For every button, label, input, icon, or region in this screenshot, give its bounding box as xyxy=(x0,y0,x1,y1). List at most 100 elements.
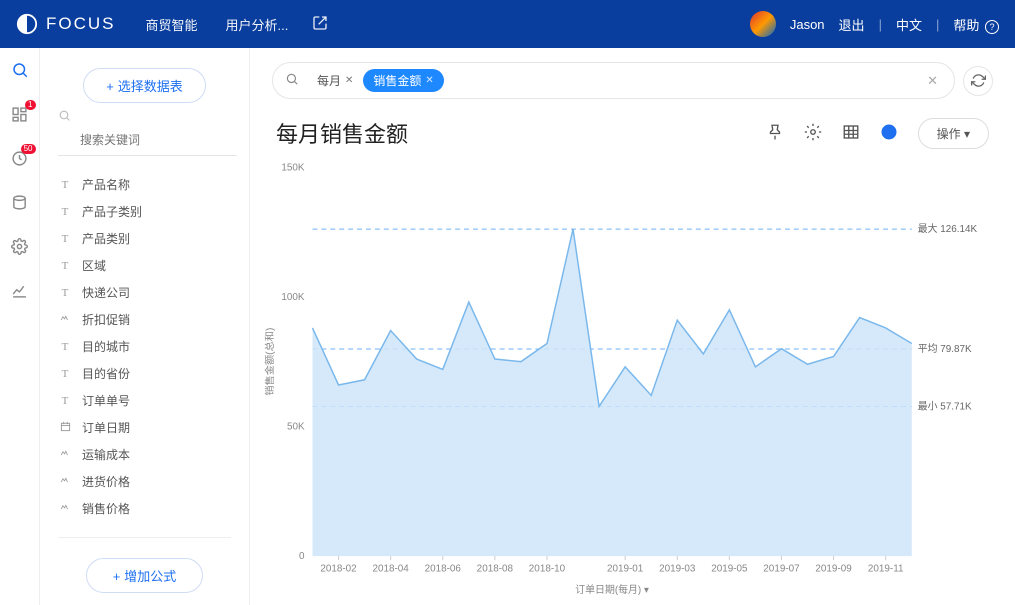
nav-tab-bi[interactable]: 商贸智能 xyxy=(146,15,198,34)
svg-text:2019-01: 2019-01 xyxy=(607,563,644,574)
field-label: 运输成本 xyxy=(82,446,130,463)
field-item[interactable]: 折扣促销 xyxy=(58,311,231,328)
field-label: 产品名称 xyxy=(82,176,130,193)
field-type-icon xyxy=(58,448,72,461)
field-label: 订单日期 xyxy=(82,419,130,436)
chart: 050K100K150K最大 126.14K平均 79.87K最小 57.71K… xyxy=(250,157,1015,605)
refresh-button[interactable] xyxy=(963,66,993,96)
field-label: 进货价格 xyxy=(82,473,130,490)
add-formula-button[interactable]: +增加公式 xyxy=(86,558,204,593)
rail-dashboard-icon[interactable]: 1 xyxy=(10,104,30,124)
field-type-icon: T xyxy=(58,287,72,299)
field-label: 产品子类别 xyxy=(82,203,142,220)
svg-text:2018-04: 2018-04 xyxy=(372,563,409,574)
field-item[interactable]: 进货价格 xyxy=(58,473,231,490)
field-item[interactable]: T 区域 xyxy=(58,257,231,274)
left-rail: 1 50 xyxy=(0,48,40,605)
table-icon[interactable] xyxy=(842,123,860,144)
keyword-search-input[interactable] xyxy=(58,127,237,156)
query-clear-icon[interactable]: ✕ xyxy=(923,73,942,89)
field-type-icon: T xyxy=(58,179,72,191)
operations-button[interactable]: 操作 ▾ xyxy=(918,118,989,149)
field-item[interactable]: T快递公司 xyxy=(58,284,231,301)
rail-trend-icon[interactable] xyxy=(10,280,30,300)
field-type-icon xyxy=(58,313,72,326)
brand-icon xyxy=(16,13,38,35)
rail-search-icon[interactable] xyxy=(10,60,30,80)
field-type-icon: T xyxy=(58,260,72,272)
query-token[interactable]: 销售金额 ✕ xyxy=(363,69,443,92)
side-panel: +选择数据表 T 产品名称 T 产品子类别 T 产品类别 T 区域 T快递公司折扣促销 T 目的城市… xyxy=(40,48,250,605)
field-label: 折扣促销 xyxy=(82,311,130,328)
field-item[interactable]: 运输成本 xyxy=(58,446,231,463)
rail-badge-1: 1 xyxy=(25,100,35,110)
field-item[interactable]: T 产品子类别 xyxy=(58,203,231,220)
field-label: 销售价格 xyxy=(82,500,130,517)
field-type-icon: T xyxy=(58,341,72,353)
token-remove-icon[interactable]: ✕ xyxy=(345,75,353,86)
chart-type-icon[interactable] xyxy=(880,123,898,144)
rail-data-icon[interactable] xyxy=(10,192,30,212)
brand-text: FOCUS xyxy=(46,14,116,34)
field-item[interactable]: T 产品类别 xyxy=(58,230,231,247)
field-item[interactable]: T 订单单号 xyxy=(58,392,231,409)
field-label: 销售数量 xyxy=(82,527,130,529)
field-item[interactable]: T 目的省份 xyxy=(58,365,231,382)
avatar[interactable] xyxy=(750,11,776,37)
user-name[interactable]: Jason xyxy=(790,17,825,32)
svg-text:最大 126.14K: 最大 126.14K xyxy=(918,222,978,235)
field-item[interactable]: 订单日期 xyxy=(58,419,231,436)
query-input[interactable]: 每月 ✕销售金额 ✕ ✕ xyxy=(272,62,955,99)
field-item[interactable]: 销售数量 xyxy=(58,527,231,529)
field-label: 产品类别 xyxy=(82,230,130,247)
field-type-icon: T xyxy=(58,206,72,218)
field-type-icon: T xyxy=(58,233,72,245)
field-label: 订单单号 xyxy=(82,392,130,409)
query-token[interactable]: 每月 ✕ xyxy=(307,69,363,92)
pin-icon[interactable] xyxy=(766,123,784,144)
field-type-icon xyxy=(58,502,72,515)
svg-text:50K: 50K xyxy=(287,421,305,432)
svg-text:100K: 100K xyxy=(281,292,304,303)
svg-text:2019-07: 2019-07 xyxy=(763,563,800,574)
svg-text:2019-03: 2019-03 xyxy=(659,563,696,574)
field-type-icon: T xyxy=(58,368,72,380)
field-item[interactable]: T 目的城市 xyxy=(58,338,231,355)
svg-text:2018-08: 2018-08 xyxy=(477,563,514,574)
keyword-search-icon xyxy=(58,109,71,125)
logout-link[interactable]: 退出 xyxy=(839,15,865,34)
brand-logo[interactable]: FOCUS xyxy=(16,13,116,35)
settings-icon[interactable] xyxy=(804,123,822,144)
svg-text:2018-06: 2018-06 xyxy=(425,563,462,574)
field-item[interactable]: 销售价格 xyxy=(58,500,231,517)
top-bar: FOCUS 商贸智能 用户分析... Jason 退出 | 中文 | 帮助 ? xyxy=(0,0,1015,48)
user-area: Jason 退出 | 中文 | 帮助 ? xyxy=(750,11,999,37)
field-type-icon xyxy=(58,475,72,488)
svg-text:2019-05: 2019-05 xyxy=(711,563,748,574)
query-search-icon xyxy=(285,72,299,89)
svg-text:2019-09: 2019-09 xyxy=(815,563,852,574)
field-label: 区域 xyxy=(82,257,106,274)
page-title: 每月销售金额 xyxy=(276,117,408,149)
field-item[interactable]: T 产品名称 xyxy=(58,176,231,193)
query-bar: 每月 ✕销售金额 ✕ ✕ xyxy=(250,48,1015,99)
svg-text:最小 57.71K: 最小 57.71K xyxy=(918,400,972,412)
svg-text:平均 79.87K: 平均 79.87K xyxy=(918,343,972,355)
main-area: 每月 ✕销售金额 ✕ ✕ 每月销售金额 操作 ▾ 050K100K150K最大 … xyxy=(250,48,1015,605)
rail-alert-icon[interactable]: 50 xyxy=(10,148,30,168)
share-icon[interactable] xyxy=(312,15,328,34)
rail-settings-icon[interactable] xyxy=(10,236,30,256)
lang-toggle[interactable]: 中文 xyxy=(896,15,922,34)
field-type-icon xyxy=(58,421,72,435)
select-table-button[interactable]: +选择数据表 xyxy=(83,68,206,103)
help-link[interactable]: 帮助 ? xyxy=(953,15,999,34)
field-label: 目的城市 xyxy=(82,338,130,355)
token-remove-icon[interactable]: ✕ xyxy=(425,75,433,86)
field-label: 目的省份 xyxy=(82,365,130,382)
chevron-down-icon: ▾ xyxy=(964,127,970,141)
svg-text:2019-11: 2019-11 xyxy=(868,563,904,574)
svg-text:150K: 150K xyxy=(281,162,304,173)
field-type-icon: T xyxy=(58,395,72,407)
nav-tab-user-analysis[interactable]: 用户分析... xyxy=(226,15,289,34)
rail-badge-2: 50 xyxy=(21,144,36,154)
